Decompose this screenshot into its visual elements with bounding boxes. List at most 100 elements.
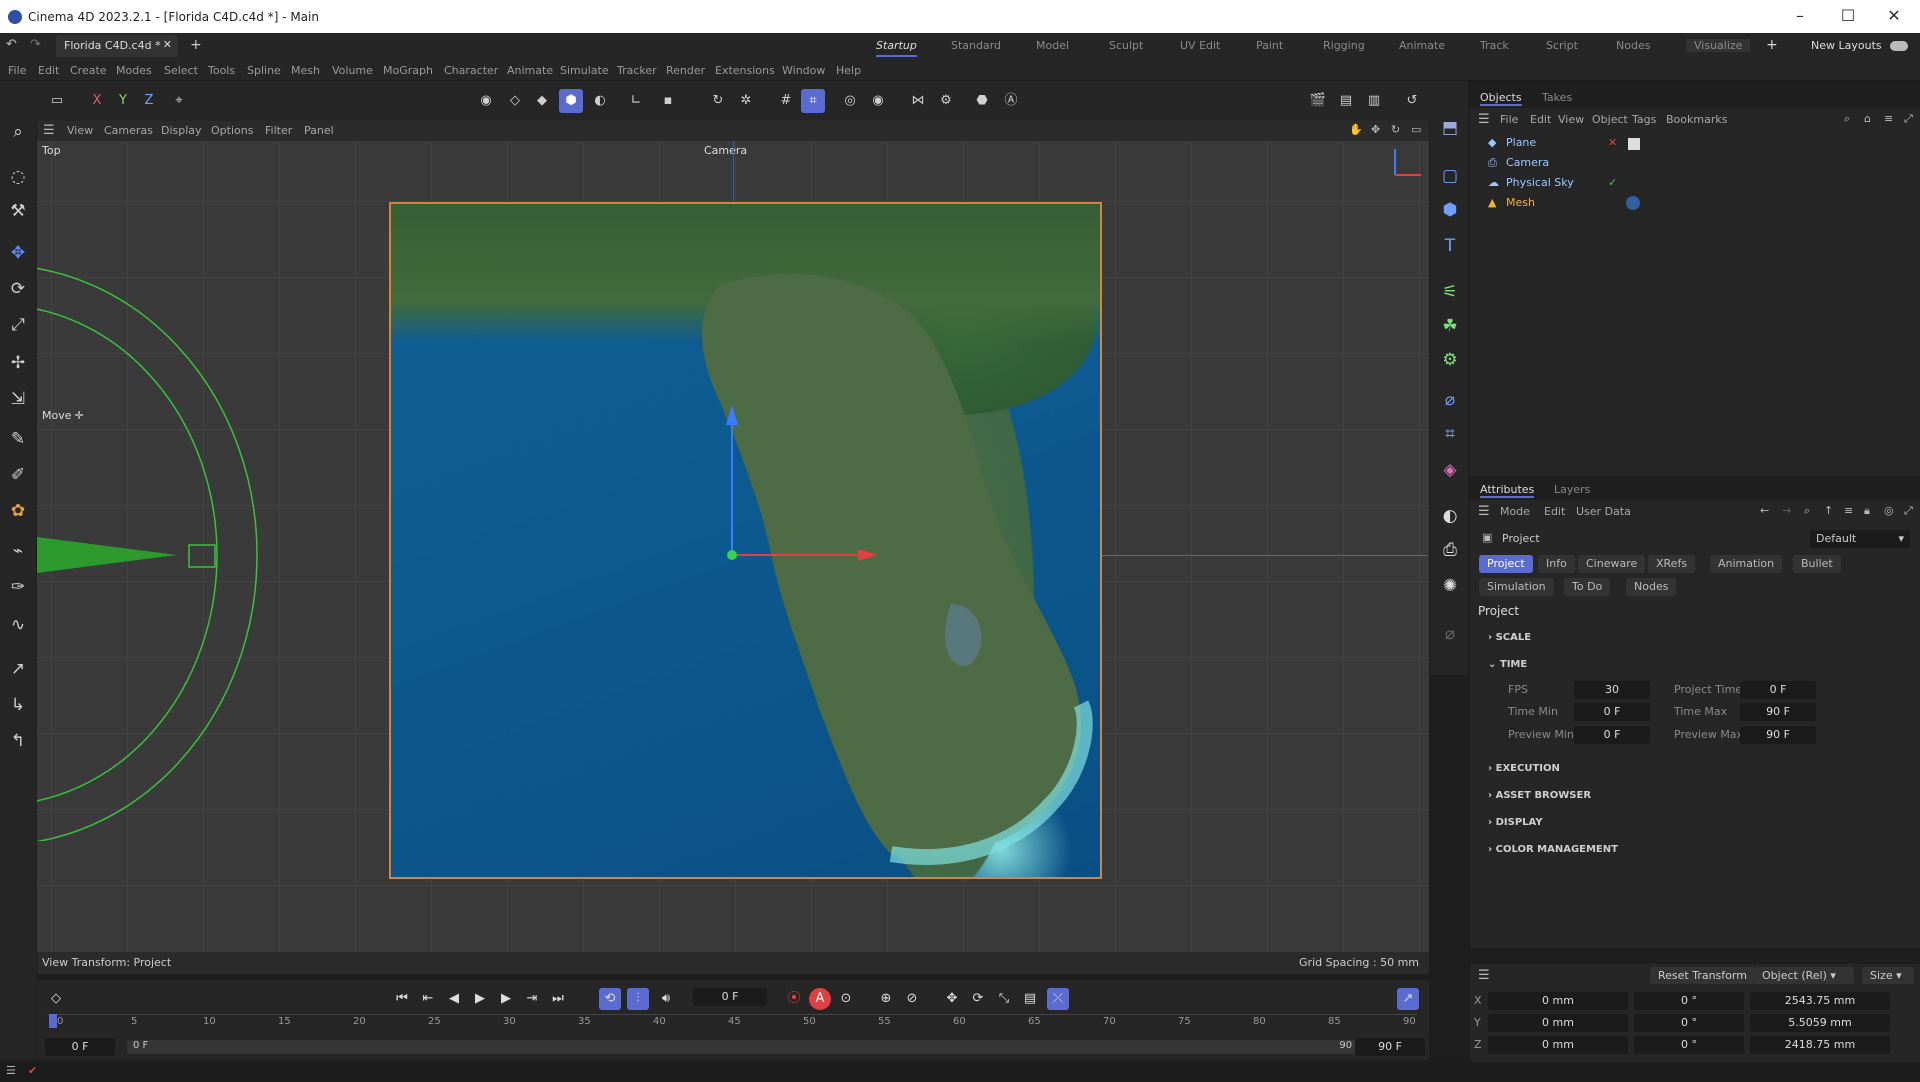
environment-icon[interactable]: ◐ bbox=[1437, 503, 1463, 529]
edges-mode-icon[interactable]: ◇ bbox=[503, 89, 527, 113]
position-key-icon[interactable]: ⊕ bbox=[875, 988, 897, 1010]
menu-edit[interactable]: Edit bbox=[38, 64, 59, 77]
attributes-menu-edit[interactable]: Edit bbox=[1544, 505, 1565, 518]
back-arrow-icon[interactable]: ← bbox=[1760, 504, 1769, 517]
x-position-field[interactable]: 0 mm bbox=[1488, 992, 1628, 1010]
layout-tab-visualize[interactable]: Visualize bbox=[1686, 39, 1751, 52]
section-asset-browser[interactable]: › ASSET BROWSER bbox=[1488, 790, 1591, 801]
menu-volume[interactable]: Volume bbox=[332, 64, 373, 77]
orbit-icon[interactable]: ↻ bbox=[1391, 123, 1400, 136]
objects-menu-view[interactable]: View bbox=[1558, 113, 1584, 126]
spline-pen-icon[interactable]: ✑ bbox=[4, 573, 32, 601]
maximize-view-icon[interactable]: ▭ bbox=[1411, 123, 1421, 136]
objects-search-icon[interactable]: ⌕ bbox=[1844, 112, 1850, 126]
x-rotation-field[interactable]: 0 ° bbox=[1634, 992, 1744, 1010]
scale-point-icon[interactable]: ⇲ bbox=[4, 385, 32, 413]
attributes-menu-mode[interactable]: Mode bbox=[1500, 505, 1530, 518]
menu-character[interactable]: Character bbox=[444, 64, 498, 77]
tab-attributes[interactable]: Attributes bbox=[1480, 483, 1535, 498]
param-key-icon[interactable]: ▤ bbox=[1019, 988, 1041, 1010]
timeline-ruler[interactable] bbox=[47, 1014, 1417, 1015]
preview-range-bar[interactable]: 0 F 90 F bbox=[127, 1040, 1367, 1054]
objects-menu-bookmarks[interactable]: Bookmarks bbox=[1666, 113, 1727, 126]
menu-spline[interactable]: Spline bbox=[247, 64, 281, 77]
subtab-animation[interactable]: Animation bbox=[1710, 555, 1783, 573]
up-arrow-icon[interactable]: ↑ bbox=[1824, 504, 1833, 517]
render-picture-viewer-icon[interactable]: ▤ bbox=[1334, 89, 1358, 113]
object-item-plane[interactable]: ◆ Plane ✕ bbox=[1488, 136, 1908, 154]
viewport-menu-view[interactable]: View bbox=[67, 124, 93, 137]
z-rotation-field[interactable]: 0 ° bbox=[1634, 1036, 1744, 1054]
zoom-icon[interactable]: ✥ bbox=[1371, 123, 1380, 136]
objects-menu-edit[interactable]: Edit bbox=[1530, 113, 1551, 126]
extrude-icon[interactable]: ↗ bbox=[4, 655, 32, 683]
attributes-search-icon[interactable]: ⌕ bbox=[1804, 504, 1810, 518]
tab-objects[interactable]: Objects bbox=[1480, 91, 1522, 106]
section-color-management[interactable]: › COLOR MANAGEMENT bbox=[1488, 844, 1618, 855]
minimize-icon[interactable]: – bbox=[1780, 6, 1820, 25]
add-layout-button[interactable]: + bbox=[1766, 37, 1778, 53]
grid-snap-icon[interactable]: # bbox=[774, 89, 798, 113]
z-position-field[interactable]: 0 mm bbox=[1488, 1036, 1628, 1054]
light-icon[interactable]: ✺ bbox=[1437, 573, 1463, 599]
rotate-key-icon[interactable]: ⟳ bbox=[967, 988, 989, 1010]
object-mode-icon[interactable]: ⬢ bbox=[559, 89, 583, 113]
menu-mesh[interactable]: Mesh bbox=[291, 64, 320, 77]
camera-icon[interactable]: ⎙ bbox=[1437, 537, 1463, 563]
attributes-menu-icon[interactable]: ☰ bbox=[1478, 504, 1490, 519]
next-key-icon[interactable]: ⇥ bbox=[521, 988, 543, 1010]
menu-modes[interactable]: Modes bbox=[116, 64, 152, 77]
auto-keying-icon[interactable]: A bbox=[809, 988, 831, 1010]
effector-icon[interactable]: ⚙ bbox=[1437, 347, 1463, 373]
previous-key-icon[interactable]: ⇤ bbox=[417, 988, 439, 1010]
keyframe-diamond-icon[interactable]: ◇ bbox=[45, 988, 67, 1010]
cube-icon[interactable]: ⬢ bbox=[1437, 197, 1463, 223]
menu-file[interactable]: File bbox=[8, 64, 26, 77]
menu-animate[interactable]: Animate bbox=[507, 64, 553, 77]
size-mode-dropdown[interactable]: Size ▾ bbox=[1862, 967, 1914, 984]
layout-tab-rigging[interactable]: Rigging bbox=[1323, 39, 1365, 52]
layout-tab-paint[interactable]: Paint bbox=[1256, 39, 1283, 52]
y-position-field[interactable]: 0 mm bbox=[1488, 1014, 1628, 1032]
section-execution[interactable]: › EXECUTION bbox=[1488, 763, 1560, 774]
move-tool-icon[interactable]: ✥ bbox=[4, 239, 32, 267]
render-disabled-icon[interactable]: ✕ bbox=[1608, 136, 1617, 149]
spline-rectangle-icon[interactable]: ▢ bbox=[1437, 163, 1463, 189]
preview-max-field[interactable]: 90 F bbox=[1740, 726, 1816, 744]
section-time[interactable]: ⌄ TIME bbox=[1488, 659, 1527, 670]
pen-tool-icon[interactable]: ✐ bbox=[4, 461, 32, 489]
axis-mode-icon[interactable]: ∟ bbox=[624, 89, 648, 113]
playhead[interactable] bbox=[49, 1014, 57, 1028]
workplane-icon[interactable]: ◎ bbox=[838, 89, 862, 113]
rotate-tool-icon[interactable]: ⟳ bbox=[4, 275, 32, 303]
menu-render[interactable]: Render bbox=[666, 64, 705, 77]
render-settings-icon[interactable]: ▥ bbox=[1362, 89, 1386, 113]
text-icon[interactable]: T bbox=[1437, 233, 1463, 259]
keyframe-selection-icon[interactable]: ⊙ bbox=[835, 988, 857, 1010]
texture-mode-icon[interactable]: ◐ bbox=[588, 89, 612, 113]
polygons-mode-icon[interactable]: ◆ bbox=[530, 89, 554, 113]
end-frame-field[interactable]: 90 F bbox=[1355, 1038, 1425, 1056]
pan-icon[interactable]: ✋ bbox=[1349, 123, 1363, 136]
viewport-menu-cameras[interactable]: Cameras bbox=[104, 124, 153, 137]
z-axis-toggle[interactable]: Z bbox=[137, 89, 161, 113]
transform-tool-icon[interactable]: ✢ bbox=[4, 349, 32, 377]
x-axis-toggle[interactable]: X bbox=[85, 89, 109, 113]
layout-tab-sculpt[interactable]: Sculpt bbox=[1109, 39, 1143, 52]
record-icon[interactable]: ⦿ bbox=[783, 988, 805, 1010]
mograph-icon[interactable]: ◈ bbox=[1437, 457, 1463, 483]
objects-expand-icon[interactable]: ⤢ bbox=[1904, 112, 1913, 126]
subtab-nodes[interactable]: Nodes bbox=[1626, 578, 1677, 596]
scale-key-icon[interactable]: ⤡ bbox=[993, 988, 1015, 1010]
snap-icon[interactable]: ⌗ bbox=[801, 89, 825, 113]
brush-tool-icon[interactable]: ✎ bbox=[4, 425, 32, 453]
playback-mode-icon[interactable]: ⫶ bbox=[627, 988, 649, 1010]
reset-transform-button[interactable]: Reset Transform bbox=[1650, 967, 1755, 984]
sketch-tool-icon[interactable]: ∿ bbox=[4, 611, 32, 639]
document-tab[interactable]: Florida C4D.c4d * ✕ bbox=[56, 35, 178, 57]
project-time-field[interactable]: 0 F bbox=[1740, 681, 1816, 699]
layout-tab-script[interactable]: Script bbox=[1546, 39, 1578, 52]
time-min-field[interactable]: 0 F bbox=[1574, 703, 1650, 721]
close-icon[interactable]: ✕ bbox=[1874, 6, 1914, 25]
section-display[interactable]: › DISPLAY bbox=[1488, 817, 1543, 828]
